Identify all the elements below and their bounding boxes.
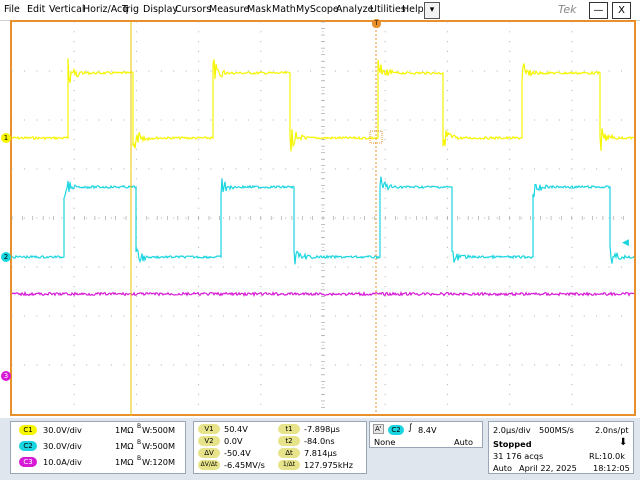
time: 18:12:05: [593, 463, 630, 473]
cursor-dvdt-value: -6.45MV/s: [224, 460, 265, 470]
channel-settings-box[interactable]: C1 30.0V/div 1MΩ B W:500M C2 30.0V/div 1…: [10, 421, 186, 474]
ch2-scale: 30.0V/div: [43, 441, 82, 451]
cursor-dt-value: 7.814µs: [304, 448, 337, 458]
cursor-v1-badge: V1: [198, 424, 220, 434]
cursor-dv-badge: ΔV: [198, 448, 220, 458]
waveform-display: [11, 21, 635, 416]
ch3-waveform: [11, 290, 635, 298]
ch3-bandwidth: W:120M: [142, 457, 176, 467]
cursor-t1-value: -7.898µs: [304, 424, 340, 434]
ch1-bandwidth: W:500M: [142, 425, 176, 435]
cursor-t1-badge: t1: [278, 424, 300, 434]
graticule-center-lines: [11, 21, 624, 408]
ch1-scale: 30.0V/div: [43, 425, 82, 435]
cursor-v1-value: 50.4V: [224, 424, 248, 434]
ch2-badge[interactable]: C2: [19, 441, 37, 451]
status-panel: C1 30.0V/div 1MΩ B W:500M C2 30.0V/div 1…: [0, 418, 640, 480]
ch2-waveform: [11, 176, 635, 265]
cursor-dvdt-badge: ΔV/Δt: [198, 460, 220, 470]
ch3-scale: 10.0A/div: [43, 457, 82, 467]
ch1-impedance: 1MΩ: [115, 425, 134, 435]
horizontal-scale: 2.0µs/div: [493, 425, 531, 435]
cursor-t2-value: -84.0ns: [304, 436, 335, 446]
acquisition-box[interactable]: 2.0µs/div 500MS/s 2.0ns/pt Stopped ⬇ 31 …: [488, 421, 634, 474]
ch3-bw-prefix: B: [137, 455, 142, 462]
ch2-bw-prefix: B: [137, 439, 142, 446]
trigger-slope-icon: ∫: [408, 423, 413, 433]
cursor-v2-badge: V2: [198, 436, 220, 446]
sample-rate: 500MS/s: [539, 425, 574, 435]
acq-count: 31 176 acqs: [493, 451, 544, 461]
ch2-ground-marker[interactable]: 2: [1, 252, 11, 262]
trigger-level: 8.4V: [418, 425, 437, 435]
trigger-mode: Auto: [454, 437, 474, 447]
trigger-level-arrow[interactable]: ◀: [622, 238, 629, 248]
trigger-source-badge: C2: [388, 425, 404, 435]
record-length: RL:10.0k: [589, 451, 625, 461]
graticule-grid: [11, 21, 623, 405]
cursor-readout-box[interactable]: V1 50.4V V2 0.0V ΔV -50.4V ΔV/Δt -6.45MV…: [193, 421, 367, 474]
cursor-freq-value: 127.975kHz: [304, 460, 354, 470]
ch1-bw-prefix: B: [137, 423, 142, 430]
cursor-dt-badge: Δt: [278, 448, 300, 458]
resolution: 2.0ns/pt: [595, 425, 629, 435]
trigger-a-label: A': [373, 424, 384, 434]
ch1-badge[interactable]: C1: [19, 425, 37, 435]
ch1-waveform: [11, 58, 635, 152]
ch1-ground-marker[interactable]: 1: [1, 133, 11, 143]
ch2-impedance: 1MΩ: [115, 441, 134, 451]
cursor-freq-badge: 1/Δt: [278, 460, 300, 470]
acq-state: Stopped: [493, 439, 532, 449]
ch3-impedance: 1MΩ: [115, 457, 134, 467]
trigger-settings-box[interactable]: A' C2 ∫ 8.4V None Auto: [369, 421, 483, 448]
ch2-bandwidth: W:500M: [142, 441, 176, 451]
trigger-coupling: None: [374, 437, 396, 447]
date: April 22, 2025: [519, 463, 577, 473]
ch3-ground-marker[interactable]: 3: [1, 371, 11, 381]
cursor-t2-badge: t2: [278, 436, 300, 446]
cursor-dv-value: -50.4V: [224, 448, 251, 458]
ch3-badge[interactable]: C3: [19, 457, 37, 467]
acq-mode: Auto: [493, 463, 513, 473]
trigger-position-marker[interactable]: T: [372, 19, 381, 28]
single-seq-icon: ⬇: [619, 437, 628, 448]
cursor-v2-value: 0.0V: [224, 436, 243, 446]
